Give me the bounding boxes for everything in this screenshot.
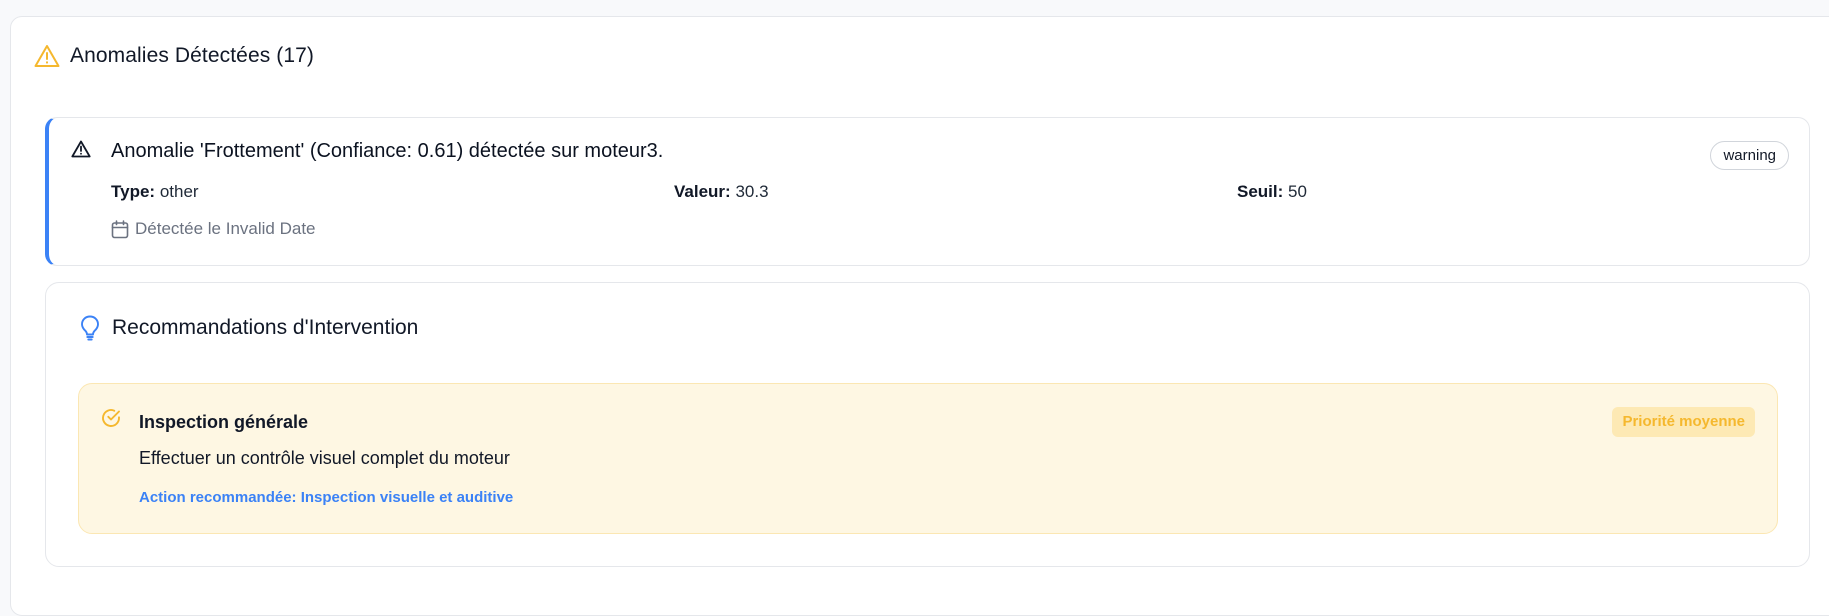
type-value: other: [159, 182, 199, 201]
recommendation-title: Inspection générale: [139, 412, 309, 432]
lightbulb-icon: [80, 315, 100, 341]
value-value: 30.3: [735, 182, 769, 201]
threshold-value: 50: [1288, 182, 1307, 201]
anomalies-header: Anomalies Détectées (17): [34, 44, 314, 68]
recommendation-description: Effectuer un contrôle visuel complet du …: [139, 448, 510, 468]
type-label: Type:: [111, 182, 156, 201]
anomalies-title: Anomalies Détectées (17): [70, 44, 315, 67]
recommendation-action: Action recommandée: Inspection visuelle …: [139, 489, 514, 506]
severity-badge: warning: [1710, 141, 1789, 170]
calendar-icon: [111, 219, 129, 239]
alert-triangle-icon: [34, 44, 60, 68]
anomaly-type: Type: other: [111, 182, 199, 202]
priority-badge: Priorité moyenne: [1612, 407, 1755, 437]
anomaly-card[interactable]: Anomalie 'Frottement' (Confiance: 0.61) …: [45, 117, 1810, 266]
recommendations-header: Recommandations d'Intervention: [80, 315, 418, 341]
detected-date-row: Détectée le Invalid Date: [111, 219, 316, 239]
alert-triangle-icon: [71, 140, 91, 158]
anomaly-message: Anomalie 'Frottement' (Confiance: 0.61) …: [111, 140, 664, 162]
value-label: Valeur:: [674, 182, 731, 201]
recommendation-item[interactable]: Inspection générale Effectuer un contrôl…: [78, 383, 1778, 534]
recommendations-card: Recommandations d'Intervention Inspectio…: [45, 282, 1810, 567]
anomaly-value: Valeur: 30.3: [674, 182, 769, 202]
detected-date: Détectée le Invalid Date: [135, 219, 316, 238]
check-circle-icon: [101, 408, 121, 428]
recommendations-title: Recommandations d'Intervention: [112, 316, 419, 339]
threshold-label: Seuil:: [1237, 182, 1284, 201]
anomaly-threshold: Seuil: 50: [1237, 182, 1307, 202]
